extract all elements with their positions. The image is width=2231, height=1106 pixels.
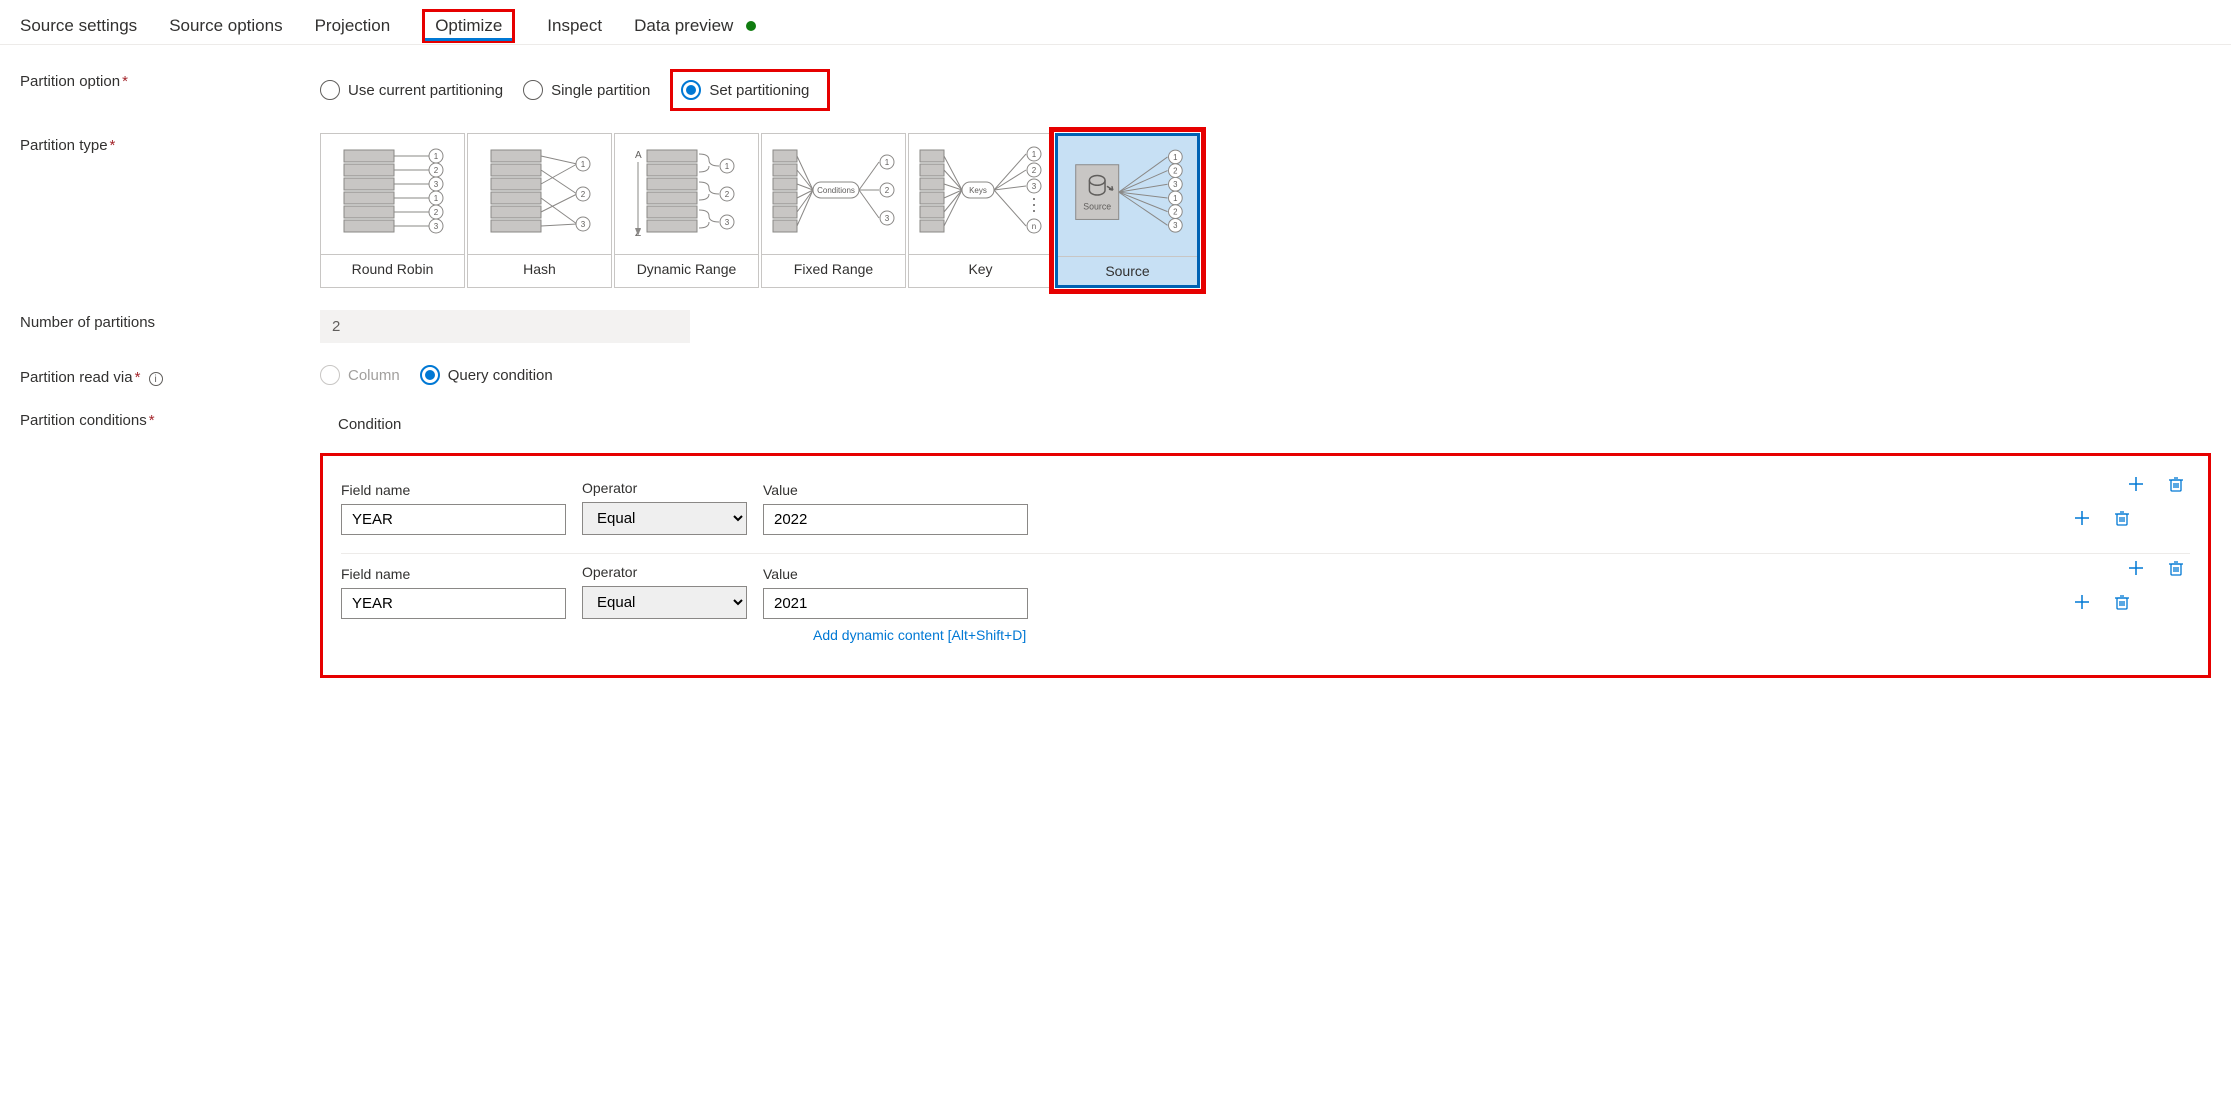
info-icon[interactable]: i (149, 372, 163, 386)
plus-icon[interactable] (2072, 508, 2092, 528)
svg-text:n: n (1031, 222, 1035, 231)
tab-data-preview-label: Data preview (634, 16, 733, 35)
svg-text:2: 2 (884, 186, 889, 195)
svg-text:1: 1 (724, 162, 729, 171)
tab-optimize[interactable]: Optimize (422, 9, 515, 43)
svg-text:1: 1 (580, 160, 585, 169)
svg-text:1: 1 (884, 158, 889, 167)
svg-text:2: 2 (1173, 208, 1177, 217)
hash-icon: 1 2 3 (468, 134, 611, 254)
trash-icon[interactable] (2166, 558, 2186, 578)
num-partitions-input[interactable] (320, 310, 690, 343)
key-icon: Keys 1 2 3 n (909, 134, 1052, 254)
round-robin-icon: 1 2 3 1 2 3 (321, 134, 464, 254)
radio-set-partitioning[interactable]: Set partitioning (670, 69, 830, 111)
status-dot-icon (746, 21, 756, 31)
svg-text:2: 2 (1173, 167, 1177, 176)
plus-icon[interactable] (2126, 558, 2146, 578)
label-partition-conditions: Partition conditions* (20, 408, 320, 429)
svg-text:3: 3 (433, 180, 438, 189)
svg-text:3: 3 (1031, 182, 1036, 191)
trash-icon[interactable] (2166, 474, 2186, 494)
label-num-partitions: Number of partitions (20, 310, 320, 331)
condition-group: Field name Operator Equal Value (341, 470, 2190, 554)
condition-group: Field name Operator Equal Value (341, 554, 2190, 661)
svg-text:2: 2 (724, 190, 729, 199)
value-input[interactable] (763, 504, 1028, 535)
svg-text:3: 3 (724, 218, 729, 227)
tile-source[interactable]: Source 1 2 3 1 2 3 (1055, 133, 1200, 288)
tab-projection[interactable]: Projection (315, 8, 391, 44)
label-partition-type: Partition type* (20, 133, 320, 154)
svg-text:1: 1 (433, 194, 438, 203)
svg-text:2: 2 (433, 166, 438, 175)
source-icon: Source 1 2 3 1 2 3 (1058, 136, 1197, 256)
radio-icon (320, 365, 340, 385)
svg-text:2: 2 (433, 208, 438, 217)
svg-text:Keys: Keys (969, 186, 987, 195)
radio-single-partition[interactable]: Single partition (523, 80, 650, 100)
tile-dynamic-range[interactable]: A Z 123 (614, 133, 759, 288)
plus-icon[interactable] (2126, 474, 2146, 494)
svg-text:2: 2 (580, 190, 585, 199)
trash-icon[interactable] (2112, 508, 2132, 528)
plus-icon[interactable] (2072, 592, 2092, 612)
operator-label: Operator (582, 564, 747, 580)
svg-text:3: 3 (1173, 180, 1177, 189)
tab-source-settings[interactable]: Source settings (20, 8, 137, 44)
radio-use-current-partitioning[interactable]: Use current partitioning (320, 80, 503, 100)
radio-icon (681, 80, 701, 100)
operator-label: Operator (582, 480, 747, 496)
radio-column[interactable]: Column (320, 365, 400, 385)
svg-text:3: 3 (433, 222, 438, 231)
value-input[interactable] (763, 588, 1028, 619)
svg-text:A: A (635, 150, 642, 161)
conditions-header: Condition (320, 416, 2211, 433)
field-name-label: Field name (341, 482, 566, 498)
radio-icon (420, 365, 440, 385)
tab-source-options[interactable]: Source options (169, 8, 282, 44)
svg-text:Source: Source (1083, 202, 1111, 212)
radio-query-condition[interactable]: Query condition (420, 365, 553, 385)
tile-key[interactable]: Keys 123n Key (908, 133, 1053, 288)
partition-type-tiles: 123 123 Round Robin (320, 133, 1200, 288)
svg-text:1: 1 (1173, 194, 1177, 203)
svg-text:3: 3 (1173, 221, 1177, 230)
field-name-input[interactable] (341, 504, 566, 535)
svg-text:3: 3 (580, 220, 585, 229)
label-partition-read-via: Partition read via* i (20, 365, 320, 386)
svg-text:1: 1 (1031, 150, 1036, 159)
tile-fixed-range[interactable]: Conditions 123 Fixed Range (761, 133, 906, 288)
svg-text:Conditions: Conditions (817, 186, 855, 195)
field-name-label: Field name (341, 566, 566, 582)
svg-text:2: 2 (1031, 166, 1036, 175)
radio-icon (523, 80, 543, 100)
operator-select[interactable]: Equal (582, 586, 747, 619)
optimize-form: Partition option* Use current partitioni… (0, 45, 2231, 724)
fixed-range-icon: Conditions 1 2 3 (762, 134, 905, 254)
value-label: Value (763, 482, 1028, 498)
field-name-input[interactable] (341, 588, 566, 619)
dynamic-range-icon: A Z 123 (615, 134, 758, 254)
svg-text:1: 1 (1173, 153, 1177, 162)
tab-data-preview[interactable]: Data preview (634, 8, 756, 44)
value-label: Value (763, 566, 1028, 582)
add-dynamic-content-link[interactable]: Add dynamic content [Alt+Shift+D] (813, 627, 2190, 643)
tile-hash[interactable]: 123 Hash (467, 133, 612, 288)
label-partition-option: Partition option* (20, 69, 320, 90)
svg-text:3: 3 (884, 214, 889, 223)
trash-icon[interactable] (2112, 592, 2132, 612)
tab-inspect[interactable]: Inspect (547, 8, 602, 44)
operator-select[interactable]: Equal (582, 502, 747, 535)
tile-round-robin[interactable]: 123 123 Round Robin (320, 133, 465, 288)
radio-icon (320, 80, 340, 100)
svg-text:1: 1 (433, 152, 438, 161)
tab-bar: Source settings Source options Projectio… (0, 0, 2231, 45)
conditions-box: Field name Operator Equal Value (320, 453, 2211, 678)
